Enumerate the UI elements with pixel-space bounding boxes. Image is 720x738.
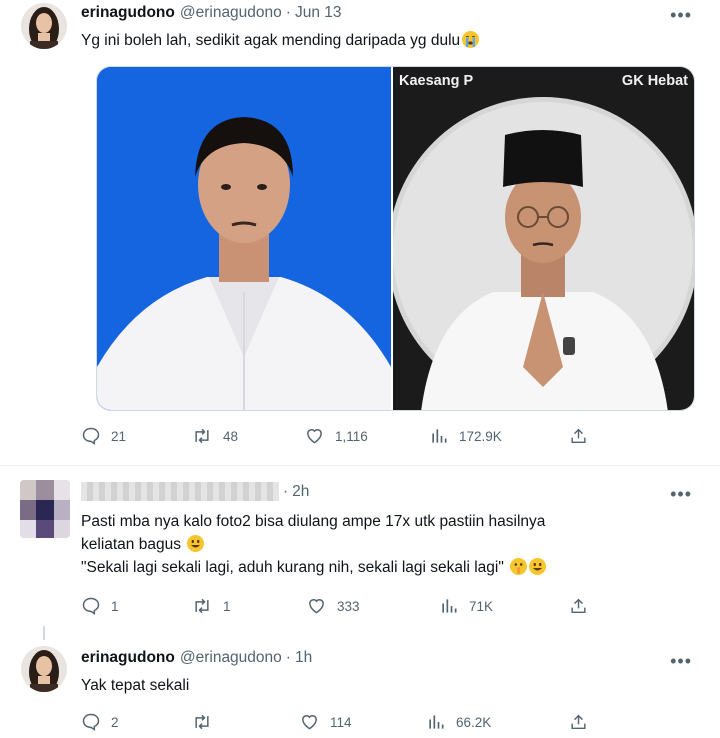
more-icon[interactable]: ••• xyxy=(670,652,692,670)
retweet-count: 48 xyxy=(223,428,239,444)
retweet-icon xyxy=(195,598,209,614)
tweet-actions: 21 48 1,116 172.9K xyxy=(81,426,601,450)
display-name-redacted[interactable] xyxy=(81,482,279,501)
heart-icon xyxy=(309,599,324,614)
tweet-header: · 2h xyxy=(81,482,309,501)
views-button[interactable]: 66.2K xyxy=(426,712,491,732)
media-grid[interactable]: Kaesang P GK Hebat xyxy=(96,66,695,411)
shushing-face-icon xyxy=(510,558,528,575)
more-icon[interactable]: ••• xyxy=(670,485,692,503)
tweet-header: erinagudono @erinagudono · 1h xyxy=(81,649,312,667)
retweet-button[interactable] xyxy=(191,712,223,732)
share-icon xyxy=(571,428,586,444)
tweet-text: Yak tepat sekali xyxy=(81,677,190,694)
views-icon xyxy=(432,429,447,443)
like-button[interactable]: 114 xyxy=(299,712,352,732)
reply-button[interactable]: 21 xyxy=(81,426,126,446)
display-name[interactable]: erinagudono xyxy=(81,649,175,667)
timestamp[interactable]: 2h xyxy=(292,483,309,501)
retweet-button[interactable]: 48 xyxy=(191,426,238,446)
user-handle[interactable]: @erinagudono xyxy=(180,4,282,22)
like-button[interactable]: 333 xyxy=(306,596,360,616)
tweet-actions: 2 114 66.2K xyxy=(81,712,601,736)
more-icon[interactable]: ••• xyxy=(670,6,692,24)
share-button[interactable] xyxy=(569,712,588,732)
views-button[interactable]: 172.9K xyxy=(429,426,502,446)
separator-dot: · xyxy=(283,482,289,500)
retweet-button[interactable]: 1 xyxy=(191,596,231,616)
share-button[interactable] xyxy=(569,426,588,446)
avatar[interactable] xyxy=(21,3,67,49)
reply-button[interactable]: 2 xyxy=(81,712,119,732)
tweet-header: erinagudono @erinagudono · Jun 13 xyxy=(81,4,342,22)
tweet-text: Pasti mba nya kalo foto2 bisa diulang am… xyxy=(81,510,681,579)
tweet-text-line3: "Sekali lagi sekali lagi, aduh kurang ni… xyxy=(81,556,681,579)
like-button[interactable]: 1,116 xyxy=(304,426,368,446)
views-button[interactable]: 71K xyxy=(439,596,493,616)
tweet-text-line2: keliatan bagus xyxy=(81,533,681,556)
tweet-text: Yg ini boleh lah, sedikit agak mending d… xyxy=(81,29,480,52)
retweet-icon xyxy=(195,428,209,444)
reply-count: 2 xyxy=(111,714,119,730)
photo-right[interactable]: Kaesang P GK Hebat xyxy=(393,67,694,410)
retweet-icon xyxy=(195,714,209,730)
views-count: 71K xyxy=(469,598,494,614)
heart-icon xyxy=(302,715,317,730)
views-icon xyxy=(442,599,457,613)
separator-dot: · xyxy=(285,649,291,666)
views-icon xyxy=(429,715,444,729)
heart-icon xyxy=(307,429,322,444)
like-count: 114 xyxy=(330,714,352,730)
tweet-text-line1: Pasti mba nya kalo foto2 bisa diulang am… xyxy=(81,513,546,530)
share-icon xyxy=(571,714,586,730)
grinning-face-icon xyxy=(187,535,205,552)
reply-icon xyxy=(82,713,100,731)
tweet-3[interactable]: erinagudono @erinagudono · 1h ••• Yak te… xyxy=(0,636,720,738)
reply-icon xyxy=(82,597,100,615)
views-count: 172.9K xyxy=(459,428,502,444)
grinning-face-icon xyxy=(529,558,547,575)
photo-left[interactable] xyxy=(97,67,391,410)
tweet-1[interactable]: erinagudono @erinagudono · Jun 13 ••• Yg… xyxy=(0,0,720,465)
share-icon xyxy=(571,598,586,614)
avatar-redacted[interactable] xyxy=(20,480,70,538)
timestamp[interactable]: Jun 13 xyxy=(295,4,342,22)
avatar[interactable] xyxy=(21,646,67,692)
crying-face-icon xyxy=(462,31,480,48)
user-handle[interactable]: @erinagudono xyxy=(180,649,282,667)
like-count: 1,116 xyxy=(335,428,368,444)
share-button[interactable] xyxy=(569,596,588,616)
tweet-text-line3-content: "Sekali lagi sekali lagi, aduh kurang ni… xyxy=(81,559,504,576)
reply-count: 21 xyxy=(111,428,127,444)
reply-button[interactable]: 1 xyxy=(81,596,119,616)
timestamp[interactable]: 1h xyxy=(295,649,312,667)
separator-dot: · xyxy=(285,4,291,21)
tweet-text-line2-content: keliatan bagus xyxy=(81,536,181,553)
tweet-text-content: Yg ini boleh lah, sedikit agak mending d… xyxy=(81,32,461,49)
views-count: 66.2K xyxy=(456,714,492,730)
reply-icon xyxy=(82,427,100,445)
retweet-count: 1 xyxy=(223,598,231,614)
display-name[interactable]: erinagudono xyxy=(81,4,175,22)
tweet-2[interactable]: · 2h ••• Pasti mba nya kalo foto2 bisa d… xyxy=(0,466,720,636)
reply-count: 1 xyxy=(111,598,119,614)
like-count: 333 xyxy=(337,598,360,614)
tweet-actions: 1 1 333 71K xyxy=(81,596,601,620)
